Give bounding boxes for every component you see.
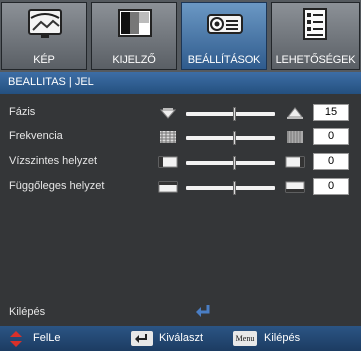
nav-hint-label: FelLe (33, 332, 61, 344)
tab-kijelzo[interactable]: KIJELZŐ (91, 2, 177, 70)
exit-menu-item[interactable]: Kilépés (9, 306, 45, 318)
phase-decrease-icon[interactable] (158, 106, 178, 120)
frequency-value[interactable]: 0 (313, 128, 349, 145)
setting-label: Vízszintes helyzet (9, 155, 98, 167)
options-icon (303, 8, 327, 40)
tab-lehetosegek-label: LEHETŐSÉGEK (275, 54, 356, 66)
setting-row-phase[interactable]: Fázis 15 (0, 104, 361, 124)
frequency-slider-thumb[interactable] (233, 131, 237, 145)
horizontal-slider-thumb[interactable] (233, 156, 237, 170)
section-title: BEALLITAS | JEL (8, 76, 94, 88)
phase-increase-icon[interactable] (285, 106, 305, 120)
vertical-up-icon[interactable] (285, 180, 305, 194)
tab-bar: KÉP KIJELZŐ BEÁLLÍTÁSOK LEHETŐSÉGEK (0, 0, 361, 72)
horizontal-left-icon[interactable] (158, 155, 178, 169)
section-header: BEALLITAS | JEL (0, 72, 361, 94)
tab-kep-label: KÉP (33, 54, 55, 66)
select-hint-label: Kiválaszt (159, 332, 204, 344)
horizontal-right-icon[interactable] (285, 155, 305, 169)
setting-row-frequency[interactable]: Frekvencia 0 (0, 128, 361, 148)
vertical-value[interactable]: 0 (313, 178, 349, 195)
setting-row-horizontal-position[interactable]: Vízszintes helyzet 0 (0, 153, 361, 173)
tab-kijelzo-label: KIJELZŐ (112, 54, 156, 66)
horizontal-slider-track[interactable] (186, 161, 275, 165)
horizontal-value[interactable]: 0 (313, 153, 349, 170)
osd-menu: KÉP KIJELZŐ BEÁLLÍTÁSOK LEHETŐSÉGEK BEAL… (0, 0, 361, 351)
hint-bar: FelLe Kiválaszt Menu Kilépés (0, 326, 361, 351)
exit-hint-label: Kilépés (264, 332, 301, 344)
phase-value[interactable]: 15 (313, 104, 349, 121)
enter-key-icon (131, 331, 153, 346)
frequency-increase-icon[interactable] (285, 130, 305, 144)
frequency-slider-track[interactable] (186, 136, 275, 140)
tab-kep[interactable]: KÉP (1, 2, 87, 70)
tab-beallitasok[interactable]: BEÁLLÍTÁSOK (181, 2, 267, 70)
frequency-decrease-icon[interactable] (158, 130, 178, 144)
enter-arrow-icon[interactable] (194, 303, 212, 319)
display-icon (118, 9, 152, 37)
menu-key-icon: Menu (233, 331, 257, 346)
setting-label: Frekvencia (9, 130, 63, 142)
vertical-down-icon[interactable] (158, 180, 178, 194)
setting-label: Függőleges helyzet (9, 180, 105, 192)
phase-slider-thumb[interactable] (233, 107, 237, 121)
phase-slider-track[interactable] (186, 112, 275, 116)
up-down-arrow-icon (10, 331, 22, 347)
setting-label: Fázis (9, 106, 36, 118)
setting-row-vertical-position[interactable]: Függőleges helyzet 0 (0, 178, 361, 198)
vertical-slider-track[interactable] (186, 186, 275, 190)
vertical-slider-thumb[interactable] (233, 181, 237, 195)
tab-lehetosegek[interactable]: LEHETŐSÉGEK (271, 2, 360, 70)
tab-beallitasok-label: BEÁLLÍTÁSOK (187, 54, 261, 66)
image-icon (28, 9, 62, 38)
projector-icon (207, 14, 243, 34)
